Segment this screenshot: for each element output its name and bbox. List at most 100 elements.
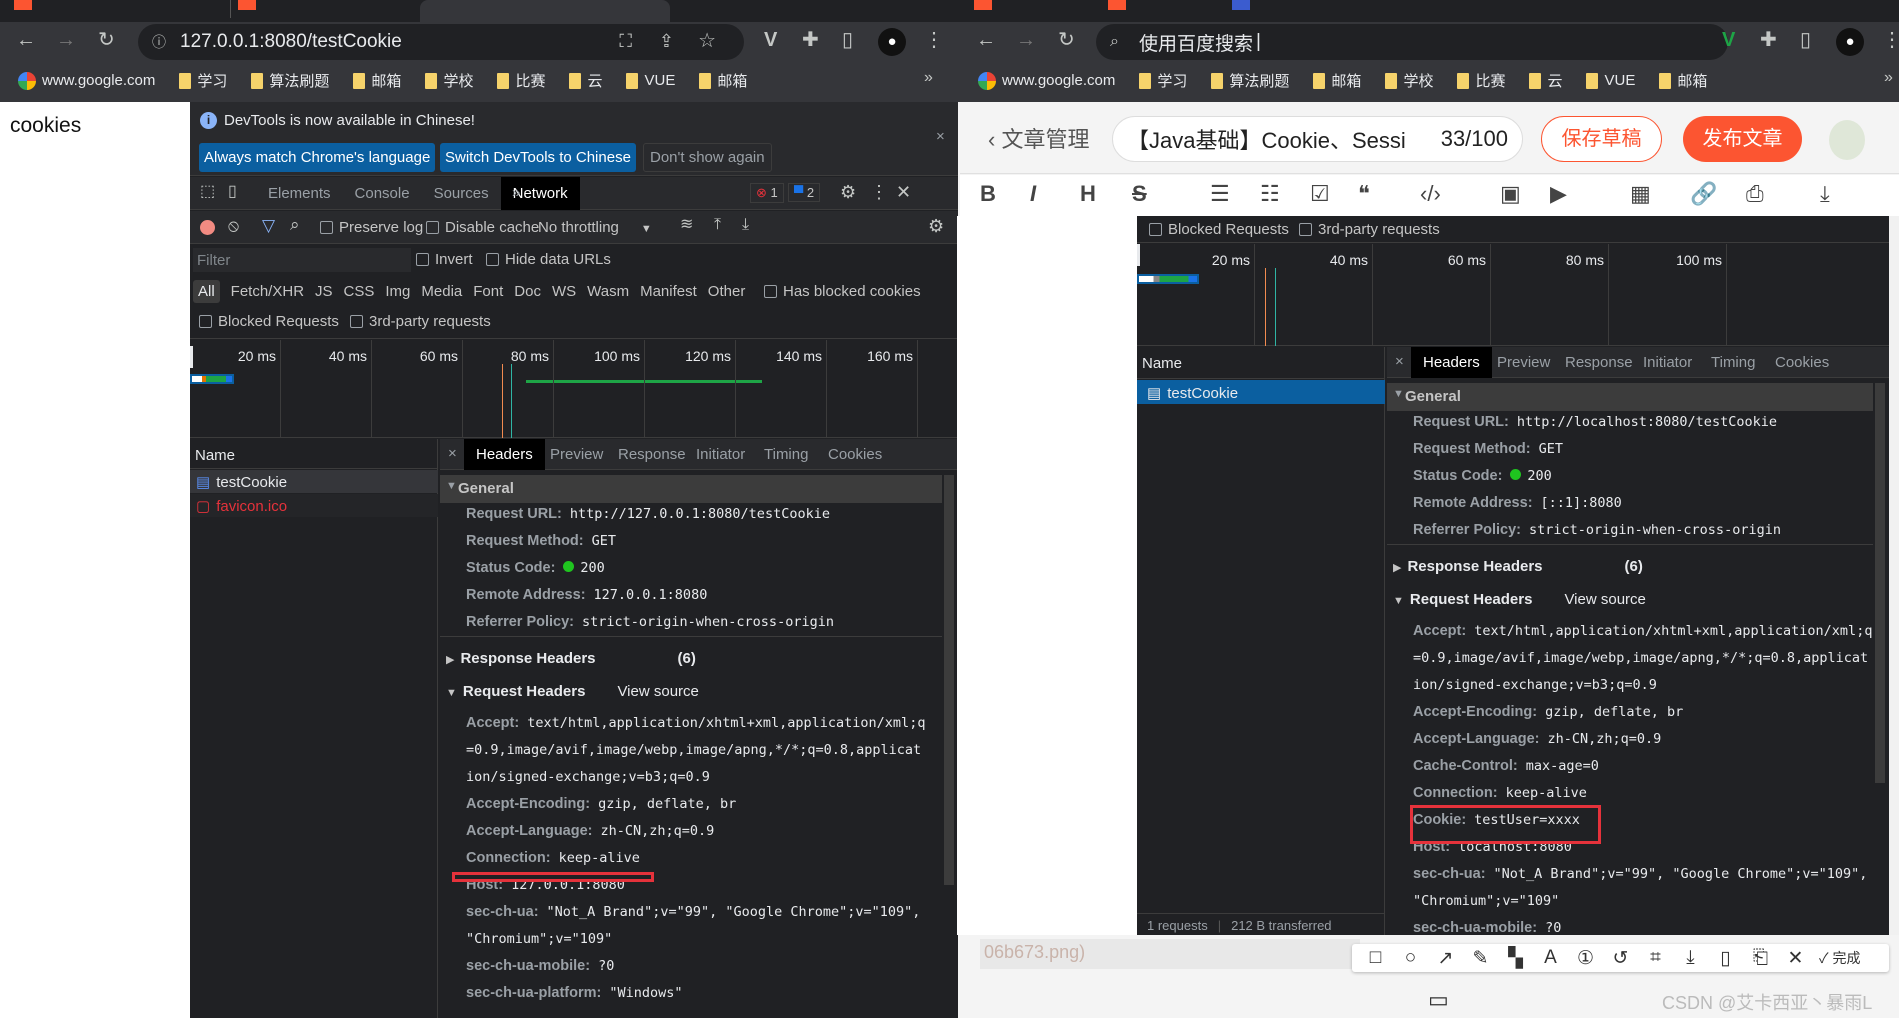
video-icon[interactable]: ▶ (1550, 181, 1567, 207)
more-bookmarks-icon[interactable]: » (924, 70, 933, 86)
rectangle-icon[interactable]: □ (1358, 947, 1393, 969)
bookmark-item[interactable]: 邮箱 (1313, 70, 1361, 91)
type-filter-font[interactable]: Font (473, 283, 503, 300)
general-section-header[interactable]: ▼ General (1387, 383, 1873, 411)
bookmark-item[interactable]: 算法刷题 (251, 70, 329, 91)
request-row[interactable]: ▤ testCookie (190, 470, 438, 493)
download-icon[interactable]: ⤓ (1673, 947, 1708, 969)
circle-icon[interactable]: ○ (1393, 947, 1428, 969)
has-blocked-cookies-checkbox[interactable]: Has blocked cookies (764, 283, 921, 300)
type-filter-media[interactable]: Media (421, 283, 462, 300)
close-details-icon[interactable]: × (1395, 353, 1404, 370)
disable-cache-checkbox[interactable]: Disable cache (426, 219, 539, 236)
details-scrollbar[interactable] (944, 475, 954, 885)
type-filter-wasm[interactable]: Wasm (587, 283, 629, 300)
image-icon[interactable]: ▣ (1500, 181, 1521, 207)
strikethrough-icon[interactable]: S (1132, 181, 1147, 207)
menu-icon[interactable]: ⋮ (924, 30, 944, 50)
sidepanel-icon[interactable]: ▯ (1800, 30, 1811, 50)
star-icon[interactable]: ☆ (698, 31, 716, 51)
third-party-checkbox[interactable]: 3rd-party requests (350, 313, 491, 330)
error-count-badge[interactable]: ⊗ 1 (750, 183, 784, 203)
timeline-overview[interactable]: 20 ms 40 ms 60 ms 80 ms 100 ms 120 ms 140 ms 16… (190, 340, 958, 438)
more-panels-icon[interactable]: » (512, 184, 520, 201)
bookmark-item[interactable]: 算法刷题 (1211, 70, 1289, 91)
link-icon[interactable]: 🔗 (1690, 181, 1717, 207)
download-icon[interactable]: ⤓ (1820, 181, 1830, 207)
view-source-link[interactable]: View source (617, 683, 698, 700)
tab-timing[interactable]: Timing (752, 439, 820, 470)
puzzle-icon[interactable]: ✚ (1760, 30, 1777, 50)
bookmark-item[interactable]: 学习 (179, 70, 227, 91)
type-filter-js[interactable]: JS (315, 283, 333, 300)
timeline-handle[interactable] (190, 346, 193, 368)
ocr-icon[interactable]: ⌗ (1638, 947, 1673, 969)
forward-icon[interactable]: → (1016, 30, 1036, 50)
type-filter-css[interactable]: CSS (344, 283, 375, 300)
back-icon[interactable]: ← (16, 30, 36, 50)
italic-icon[interactable]: I (1030, 181, 1036, 207)
response-headers-section[interactable]: ▶ Response Headers (6) (446, 650, 696, 667)
tab-cookies[interactable]: Cookies (1763, 347, 1841, 378)
panel-tab-elements[interactable]: Elements (256, 177, 343, 210)
close-devtools-icon[interactable]: ✕ (896, 183, 911, 201)
dont-show-again-button[interactable]: Don't show again (643, 143, 772, 172)
view-source-link[interactable]: View source (1564, 591, 1645, 608)
details-scrollbar[interactable] (1875, 383, 1885, 783)
save-draft-button[interactable]: 保存草稿 (1541, 116, 1662, 162)
bookmark-item[interactable]: 学习 (1139, 70, 1187, 91)
network-conditions-icon[interactable]: ≋ (680, 217, 693, 233)
article-title-input[interactable]: 【Java基础】Cookie、Sessi 33/100 (1112, 116, 1523, 162)
task-list-icon[interactable]: ☑ (1310, 181, 1330, 207)
message-count-badge[interactable]: ▀ 2 (788, 183, 821, 202)
page-scrollbar[interactable] (1889, 216, 1899, 935)
bookmark-item[interactable]: VUE (626, 72, 675, 89)
invert-checkbox[interactable]: Invert (416, 251, 473, 268)
more-bookmarks-icon[interactable]: » (1884, 70, 1893, 86)
pin-icon[interactable]: ▯ (1708, 947, 1743, 970)
bookmark-item[interactable]: 比赛 (497, 70, 545, 91)
heading-icon[interactable]: H (1080, 181, 1096, 207)
bookmark-item[interactable]: www.google.com (978, 71, 1115, 90)
tab-preview[interactable]: Preview (1485, 347, 1562, 378)
profile-avatar[interactable]: ● (878, 28, 906, 56)
bullet-list-icon[interactable]: ☰ (1210, 181, 1230, 207)
quote-icon[interactable]: ❝ (1358, 181, 1370, 207)
user-avatar[interactable] (1829, 120, 1865, 160)
type-filter-ws[interactable]: WS (552, 283, 576, 300)
request-headers-section[interactable]: ▼ Request Headers View source (1393, 591, 1646, 608)
type-filter-other[interactable]: Other (708, 283, 746, 300)
device-toolbar-icon[interactable]: ▯ (228, 184, 237, 200)
translate-icon[interactable]: ⛶ (619, 32, 632, 50)
puzzle-icon[interactable]: ✚ (802, 30, 819, 50)
filter-icon[interactable]: ▽ (262, 217, 275, 234)
tab-cookies[interactable]: Cookies (816, 439, 894, 470)
address-bar[interactable]: ⌕ 使用百度搜索 | (1096, 24, 1728, 60)
request-row[interactable]: ▢ favicon.ico (190, 494, 438, 517)
search-icon[interactable]: ⌕ (290, 216, 300, 233)
timeline-overview[interactable]: 20 ms 40 ms 60 ms 80 ms 100 ms (1137, 244, 1889, 346)
tab-headers[interactable]: Headers (464, 439, 545, 470)
type-filter-all[interactable]: All (193, 279, 220, 303)
mosaic-icon[interactable]: ▚ (1498, 947, 1533, 970)
text-icon[interactable]: A (1533, 947, 1568, 969)
hide-data-urls-checkbox[interactable]: Hide data URLs (486, 251, 611, 268)
reload-icon[interactable]: ↻ (1058, 30, 1075, 50)
type-filter-fetch-xhr[interactable]: Fetch/XHR (231, 283, 304, 300)
extension-v-icon[interactable]: V (1722, 30, 1735, 50)
publish-button[interactable]: 发布文章 (1683, 116, 1802, 162)
share-icon[interactable]: ⇪ (659, 32, 674, 50)
arrow-icon[interactable]: ↗ (1428, 947, 1463, 970)
reload-icon[interactable]: ↻ (98, 30, 115, 50)
always-match-language-button[interactable]: Always match Chrome's language (199, 143, 436, 172)
blocked-requests-checkbox[interactable]: Blocked Requests (199, 313, 339, 330)
number-icon[interactable]: ① (1568, 947, 1603, 970)
network-settings-icon[interactable]: ⚙ (928, 217, 944, 235)
timeline-handle[interactable] (1137, 244, 1140, 266)
pen-icon[interactable]: ✎ (1463, 947, 1498, 970)
bookmark-item[interactable]: 云 (1529, 70, 1562, 91)
code-icon[interactable]: ‹/› (1420, 181, 1441, 207)
tab-headers[interactable]: Headers (1411, 347, 1492, 378)
bookmark-item[interactable]: 云 (569, 70, 602, 91)
type-filter-img[interactable]: Img (385, 283, 410, 300)
